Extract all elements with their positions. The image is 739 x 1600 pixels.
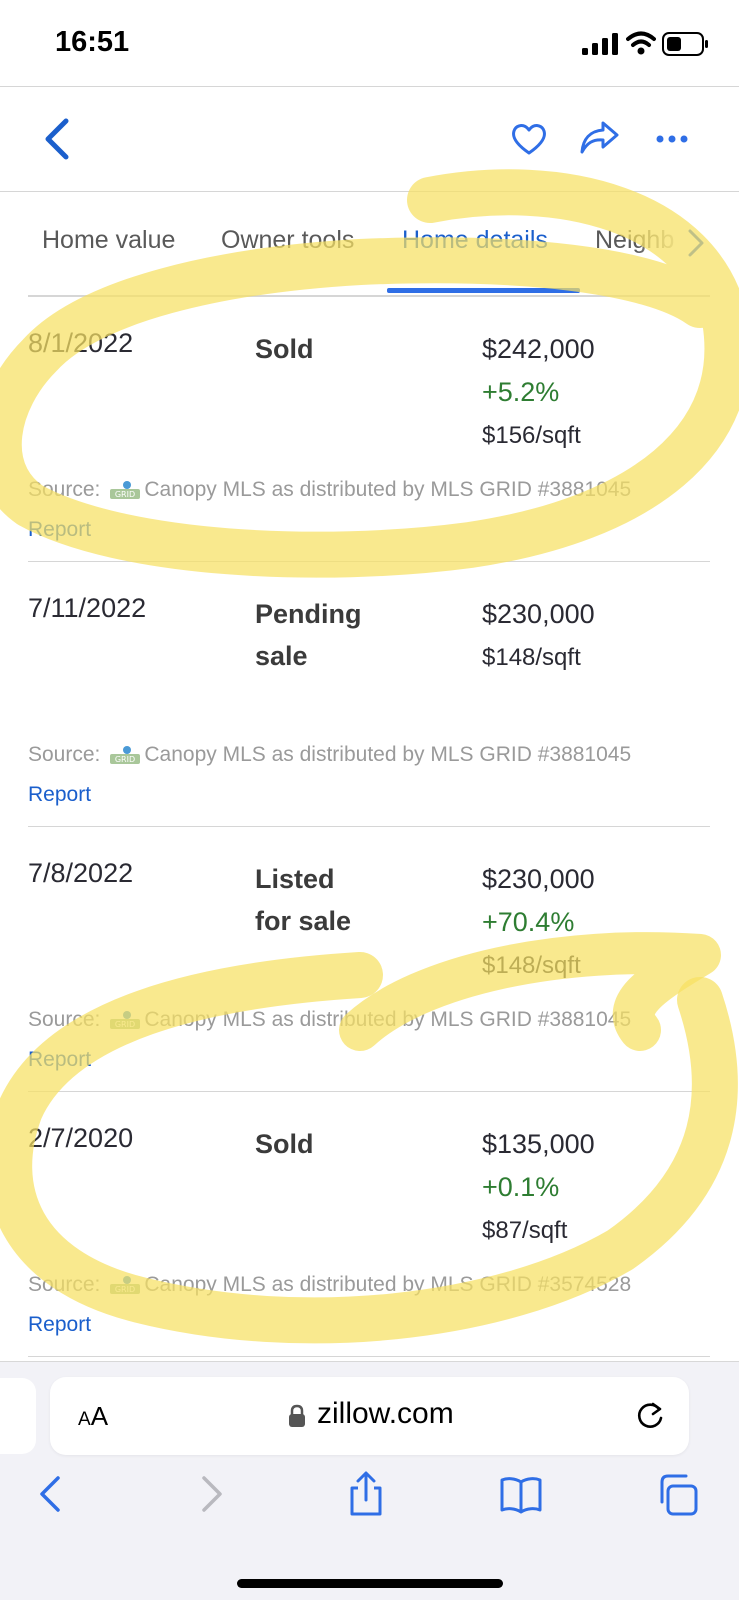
url-text[interactable]: zillow.com (317, 1397, 454, 1431)
section-tabs: Home value Owner tools Home details Neig… (0, 192, 739, 296)
mls-grid-logo-icon: GRID (110, 1011, 141, 1030)
lock-icon (289, 1404, 305, 1427)
source-text: Canopy MLS as distributed by MLS GRID #3… (144, 478, 632, 501)
row-divider (28, 296, 710, 297)
history-source: Source: GRID Canopy MLS as distributed by … (28, 1273, 631, 1297)
reload-icon[interactable] (634, 1399, 666, 1433)
address-bar[interactable]: AA zillow.com (50, 1377, 689, 1455)
mls-grid-logo-icon: GRID (110, 746, 141, 765)
price-history-list: 8/1/2022 Sold $242,000 +5.2% $156/sqft S… (0, 296, 739, 1416)
history-date: 2/7/2020 (28, 1123, 134, 1153)
source-label: Source: (28, 743, 101, 766)
history-price-block: $230,000 +70.4% $148/sqft (482, 858, 595, 987)
history-row: 2/7/2020 Sold $135,000 +0.1% $87/sqft So… (0, 1091, 739, 1356)
history-event: Sold (255, 328, 314, 370)
wifi-icon (626, 31, 656, 55)
history-price-per-sqft: $148/sqft (482, 644, 581, 671)
svg-text:GRID: GRID (115, 1285, 135, 1294)
row-divider (28, 826, 710, 827)
svg-text:GRID: GRID (115, 490, 135, 499)
bookmarks-icon[interactable] (499, 1470, 543, 1518)
svg-text:GRID: GRID (115, 755, 135, 764)
browser-forward-icon[interactable] (188, 1470, 232, 1518)
history-event-line: sale (255, 641, 308, 671)
history-source: Source: GRID Canopy MLS as distributed by … (28, 1008, 631, 1032)
history-date: 8/1/2022 (28, 328, 134, 358)
previous-tab-preview[interactable] (0, 1378, 36, 1454)
top-nav-bar (0, 87, 739, 192)
history-event-line: Sold (255, 334, 314, 364)
history-price: $230,000 (482, 864, 595, 894)
history-price-block: $230,000 $148/sqft (482, 593, 595, 679)
history-date: 7/11/2022 (28, 593, 147, 623)
history-event-line: for sale (255, 906, 352, 936)
history-price-change: +5.2% (482, 377, 560, 407)
chevron-right-icon[interactable] (684, 228, 708, 258)
source-text: Canopy MLS as distributed by MLS GRID #3… (144, 743, 632, 766)
report-link[interactable]: Report (28, 783, 91, 807)
report-link[interactable]: Report (28, 1313, 91, 1337)
status-time: 16:51 (55, 26, 130, 58)
history-event-line: Pending (255, 599, 362, 629)
history-price: $230,000 (482, 599, 595, 629)
history-date: 7/8/2022 (28, 858, 134, 888)
source-label: Source: (28, 1008, 101, 1031)
tab-home-value[interactable]: Home value (42, 226, 175, 255)
mls-grid-logo-icon: GRID (110, 481, 141, 500)
history-row: 7/11/2022 Pending sale $230,000 $148/sqf… (0, 561, 739, 826)
battery-icon (662, 32, 708, 56)
history-price-per-sqft: $87/sqft (482, 1217, 568, 1244)
history-event-line: Listed (255, 864, 335, 894)
history-source: Source: GRID Canopy MLS as distributed by … (28, 478, 631, 502)
history-event: Pending sale (255, 593, 362, 677)
history-price-block: $242,000 +5.2% $156/sqft (482, 328, 595, 457)
mls-grid-logo-icon: GRID (110, 1276, 141, 1295)
history-event: Listed for sale (255, 858, 351, 942)
tab-owner-tools[interactable]: Owner tools (221, 226, 354, 255)
report-link[interactable]: Report (28, 1048, 91, 1072)
browser-toolbar: AA zillow.com (0, 1361, 739, 1600)
history-row: 8/1/2022 Sold $242,000 +5.2% $156/sqft S… (0, 296, 739, 561)
heart-icon[interactable] (510, 120, 548, 158)
browser-back-icon[interactable] (30, 1470, 74, 1518)
source-text: Canopy MLS as distributed by MLS GRID #3… (144, 1273, 632, 1296)
report-link[interactable]: Report (28, 518, 91, 542)
row-divider (28, 1091, 710, 1092)
history-price: $242,000 (482, 334, 595, 364)
row-divider (28, 561, 710, 562)
history-event-line: Sold (255, 1129, 314, 1159)
history-row: 7/8/2022 Listed for sale $230,000 +70.4%… (0, 826, 739, 1091)
share-icon[interactable] (579, 119, 621, 157)
home-indicator (237, 1579, 503, 1588)
tabs-icon[interactable] (656, 1470, 700, 1518)
more-icon[interactable] (654, 127, 690, 151)
source-text: Canopy MLS as distributed by MLS GRID #3… (144, 1008, 632, 1031)
back-icon[interactable] (40, 117, 76, 161)
history-price-per-sqft: $156/sqft (482, 422, 581, 449)
history-source: Source: GRID Canopy MLS as distributed by … (28, 743, 631, 767)
history-price-per-sqft: $148/sqft (482, 952, 581, 979)
active-tab-indicator (387, 288, 580, 293)
history-event: Sold (255, 1123, 314, 1165)
row-divider (28, 1356, 710, 1357)
status-bar: 16:51 (0, 0, 739, 87)
history-price-change: +70.4% (482, 907, 575, 937)
reader-text-size-button[interactable]: AA (78, 1401, 108, 1432)
source-label: Source: (28, 1273, 101, 1296)
share-sheet-icon[interactable] (344, 1470, 388, 1518)
history-price: $135,000 (482, 1129, 595, 1159)
history-price-change: +0.1% (482, 1172, 560, 1202)
source-label: Source: (28, 478, 101, 501)
tab-home-details[interactable]: Home details (402, 226, 548, 255)
history-price-block: $135,000 +0.1% $87/sqft (482, 1123, 595, 1252)
cellular-signal-icon (582, 33, 618, 55)
svg-text:GRID: GRID (115, 1020, 135, 1029)
